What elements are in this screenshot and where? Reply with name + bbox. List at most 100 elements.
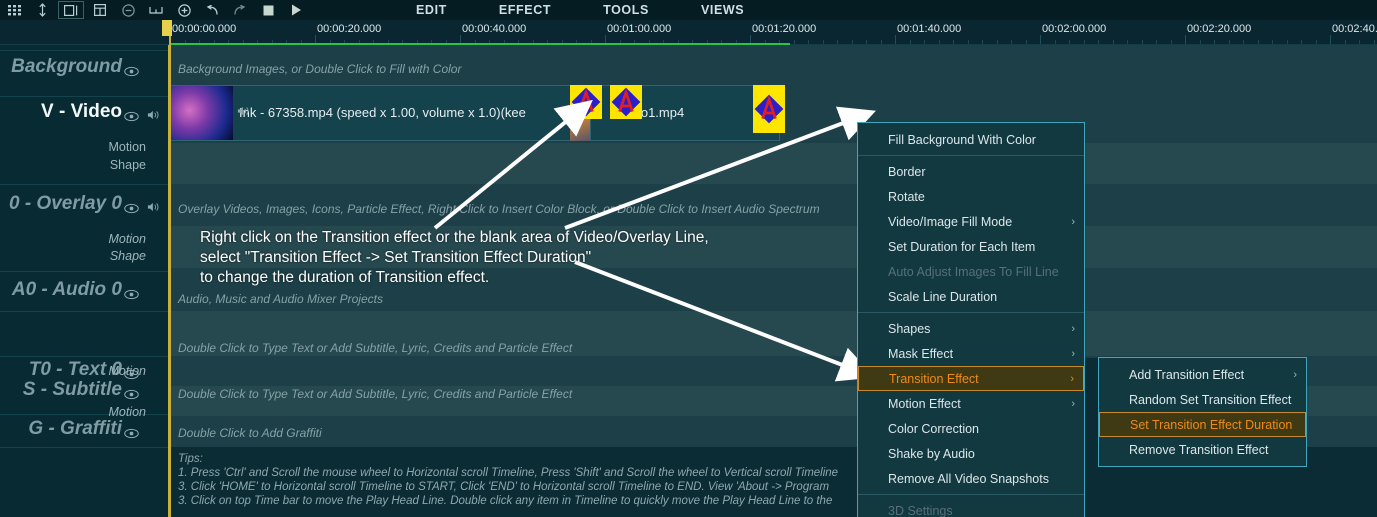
playhead-line[interactable]: [169, 20, 171, 517]
fit-range-icon[interactable]: [142, 0, 170, 20]
playhead-handle[interactable]: [162, 20, 172, 36]
track-lane[interactable]: [170, 143, 1377, 184]
menu-item-color-correction[interactable]: Color Correction: [858, 416, 1084, 441]
menu-item-label: Motion Effect: [888, 396, 961, 411]
clip-mute-icon[interactable]: [237, 104, 249, 116]
track-sublabel[interactable]: Shape: [110, 158, 146, 172]
transition-effect-icon[interactable]: [610, 85, 642, 119]
ruler-tick-label: 00:02:20.000: [1187, 23, 1252, 35]
fit-window-icon[interactable]: [58, 1, 84, 19]
tips-line: 1. Press 'Ctrl' and Scroll the mouse whe…: [178, 467, 839, 479]
menu-edit[interactable]: EDIT: [390, 3, 473, 17]
track-sublabel[interactable]: Motion: [108, 232, 146, 246]
transition-effect-submenu[interactable]: Add Transition Effect › Random Set Transit…: [1098, 357, 1307, 467]
transition-effect-icon[interactable]: [753, 85, 785, 133]
submenu-item-label: Set Transition Effect Duration: [1130, 417, 1293, 432]
menu-tools[interactable]: TOOLS: [577, 3, 675, 17]
menu-item-rotate[interactable]: Rotate: [858, 184, 1084, 209]
menu-item-motion-effect[interactable]: Motion Effect ›: [858, 391, 1084, 416]
vertical-resize-icon[interactable]: [28, 0, 56, 20]
track-sublabel[interactable]: Motion: [108, 140, 146, 154]
track-header-column: Background V - Video Motion Shape 0 - Overla…: [0, 45, 170, 517]
track-hint-overlay0: Overlay Videos, Images, Icons, Particle …: [178, 202, 820, 216]
menu-item-fill-background-with-color[interactable]: Fill Background With Color: [858, 127, 1084, 152]
ruler-tick-label: 00:01:20.000: [752, 23, 817, 35]
menu-item-set-duration-for-each-item[interactable]: Set Duration for Each Item: [858, 234, 1084, 259]
menu-item-label: Border: [888, 164, 926, 179]
clip-thumbnail: [171, 86, 233, 140]
transition-effect-icon[interactable]: [570, 85, 602, 119]
submenu-item-add-transition-effect[interactable]: Add Transition Effect ›: [1099, 362, 1306, 387]
chevron-right-icon: ›: [1071, 397, 1075, 410]
speaker-icon[interactable]: [147, 200, 159, 212]
menu-item-mask-effect[interactable]: Mask Effect ›: [858, 341, 1084, 366]
submenu-item-remove-transition-effect[interactable]: Remove Transition Effect: [1099, 437, 1306, 462]
grid-icon[interactable]: [0, 0, 28, 20]
chevron-right-icon: ›: [1071, 322, 1075, 335]
eye-icon[interactable]: [124, 387, 139, 400]
menu-item-transition-effect[interactable]: Transition Effect ›: [858, 366, 1084, 391]
track-header-divider: [0, 271, 168, 272]
redo-icon[interactable]: [226, 0, 254, 20]
menu-item-auto-adjust-images-to-fill-line: Auto Adjust Images To Fill Line: [858, 259, 1084, 284]
speaker-icon[interactable]: [147, 108, 159, 120]
submenu-item-label: Remove Transition Effect: [1129, 442, 1269, 457]
ruler-tick-label: 00:01:40.000: [897, 23, 962, 35]
menu-item-shake-by-audio[interactable]: Shake by Audio: [858, 441, 1084, 466]
undo-icon[interactable]: [198, 0, 226, 20]
submenu-item-random-set-transition-effect[interactable]: Random Set Transition Effect: [1099, 387, 1306, 412]
menu-item-shapes[interactable]: Shapes ›: [858, 316, 1084, 341]
menu-effect[interactable]: EFFECT: [473, 3, 577, 17]
track-label-video[interactable]: V - Video: [41, 101, 122, 123]
toolbar-menu-group: EDIT EFFECT TOOLS VIEWS: [390, 0, 770, 20]
menu-item-label: Set Duration for Each Item: [888, 239, 1036, 254]
track-sublabel[interactable]: Motion: [108, 364, 146, 378]
ruler-tick-label: 00:02:00.000: [1042, 23, 1107, 35]
track-label-audio0[interactable]: A0 - Audio 0: [12, 279, 122, 301]
menu-item-label: Shake by Audio: [888, 446, 975, 461]
track-sublabel[interactable]: Shape: [110, 249, 146, 263]
track-label-overlay0[interactable]: 0 - Overlay 0: [9, 193, 122, 215]
eye-icon[interactable]: [124, 426, 139, 439]
menu-views[interactable]: VIEWS: [675, 3, 770, 17]
eye-icon[interactable]: [124, 201, 139, 214]
ruler-tick-label: 00:02:40.: [1332, 23, 1377, 35]
split-view-icon[interactable]: [86, 0, 114, 20]
menu-separator: [858, 155, 1084, 156]
annotation-line: Right click on the Transition effect or …: [200, 229, 709, 246]
track-label-subtitle[interactable]: S - Subtitle: [23, 379, 122, 401]
track-label-background[interactable]: Background: [11, 56, 122, 78]
chevron-right-icon: ›: [1070, 372, 1074, 385]
track-header-divider: [0, 184, 168, 185]
menu-item-label: Fill Background With Color: [888, 132, 1036, 147]
menu-item-label: Scale Line Duration: [888, 289, 998, 304]
track-header-divider: [0, 96, 168, 97]
eye-icon[interactable]: [124, 64, 139, 77]
menu-item-label: Video/Image Fill Mode: [888, 214, 1013, 229]
menu-separator: [858, 494, 1084, 495]
menu-separator: [858, 312, 1084, 313]
play-icon[interactable]: [282, 0, 310, 20]
menu-item-scale-line-duration[interactable]: Scale Line Duration: [858, 284, 1084, 309]
context-menu[interactable]: Fill Background With Color Border Rotate Vi…: [857, 122, 1085, 517]
annotation-line: to change the duration of Transition eff…: [200, 269, 490, 286]
menu-item-remove-all-video-snapshots[interactable]: Remove All Video Snapshots: [858, 466, 1084, 491]
tips-line: Tips:: [178, 453, 203, 465]
eye-icon[interactable]: [124, 287, 139, 300]
stop-icon[interactable]: [254, 0, 282, 20]
video-clip-1[interactable]: Ink - 67358.mp4 (speed x 1.00, volume x …: [170, 85, 590, 141]
track-label-graffiti[interactable]: G - Graffiti: [28, 418, 122, 440]
submenu-item-set-transition-effect-duration[interactable]: Set Transition Effect Duration: [1099, 412, 1306, 437]
menu-item-video-image-fill-mode[interactable]: Video/Image Fill Mode ›: [858, 209, 1084, 234]
eye-icon[interactable]: [124, 109, 139, 122]
menu-item-label: Rotate: [888, 189, 925, 204]
track-sublabel[interactable]: Motion: [108, 405, 146, 419]
submenu-gutter: [1085, 358, 1099, 462]
tips-line: 3. Click 'HOME' to Horizontal scroll Tim…: [178, 481, 830, 493]
menu-item-border[interactable]: Border: [858, 159, 1084, 184]
submenu-item-label: Add Transition Effect: [1129, 367, 1245, 382]
track-header-divider: [0, 311, 168, 312]
menu-item-label: Transition Effect: [889, 371, 979, 386]
zoom-out-icon[interactable]: [114, 0, 142, 20]
zoom-in-icon[interactable]: [170, 0, 198, 20]
